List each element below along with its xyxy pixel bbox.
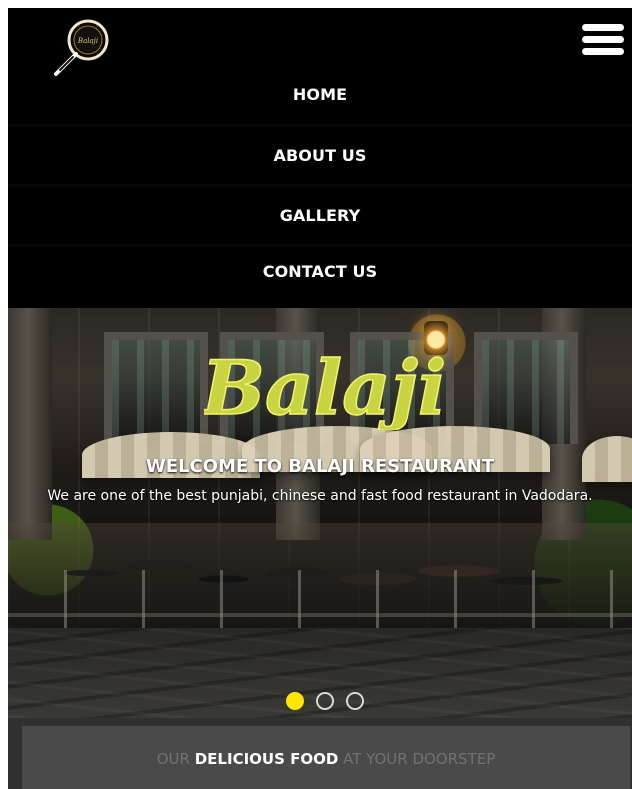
hero-brand-text: Balaji: [204, 344, 444, 430]
hero-brand-logo: Balaji: [204, 343, 444, 430]
logo-drawing: Balaji: [54, 19, 109, 76]
slide-indicator-1-dot-icon[interactable]: [286, 692, 304, 710]
hero-title: WELCOME TO BALAJI RESTAURANT: [145, 456, 495, 477]
hero-subtitle: We are one of the best punjabi, chinese …: [47, 488, 593, 504]
slider-indicators: [286, 692, 376, 714]
hamburger-line-bottom: [582, 48, 624, 55]
top-bar: Balaji: [8, 8, 632, 76]
hamburger-menu-button[interactable]: [582, 24, 624, 64]
nav-item-contact-us[interactable]: CONTACT US: [8, 244, 632, 296]
mobile-navigation-menu: HOME ABOUT US GALLERY CONTACT US: [8, 64, 632, 296]
frying-pan-logo-icon[interactable]: Balaji: [48, 16, 114, 80]
banner-prefix: OUR: [156, 749, 190, 768]
hamburger-line-top: [582, 24, 624, 31]
hamburger-line-middle: [582, 36, 624, 43]
slide-indicator-2-dot-icon[interactable]: [316, 692, 334, 710]
cafe-window: [104, 332, 208, 444]
delivery-banner: OUR DELICIOUS FOOD AT YOUR DOORSTEP: [22, 726, 630, 789]
restaurant-mobile-page: Balaji HOME ABOUT US GALLERY CONTACT US: [8, 8, 632, 789]
banner-suffix: AT YOUR DOORSTEP: [343, 749, 496, 768]
banner-highlight: DELICIOUS FOOD: [194, 749, 339, 768]
delivery-banner-section: OUR DELICIOUS FOOD AT YOUR DOORSTEP: [8, 718, 632, 789]
nav-item-gallery[interactable]: GALLERY: [8, 184, 632, 244]
page-frame: Balaji HOME ABOUT US GALLERY CONTACT US: [0, 0, 632, 789]
hero-slider: Balaji WELCOME TO BALAJI RESTAURANT We a…: [8, 308, 632, 718]
nav-item-about-us[interactable]: ABOUT US: [8, 124, 632, 184]
slide-indicator-3-dot-icon[interactable]: [346, 692, 364, 710]
logo-text: Balaji: [77, 37, 98, 45]
